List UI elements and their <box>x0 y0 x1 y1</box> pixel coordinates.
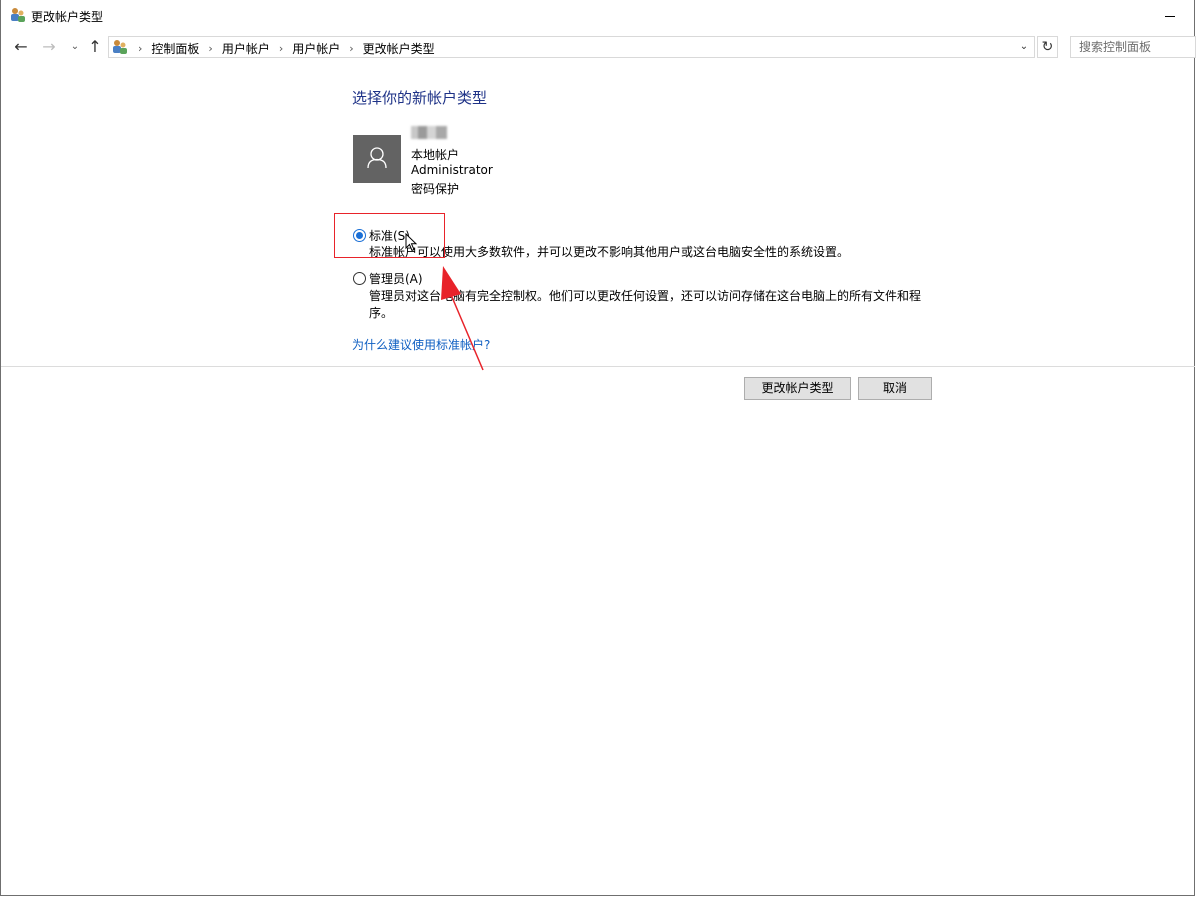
minimize-button[interactable] <box>1148 0 1194 32</box>
search-input[interactable] <box>1079 38 1196 56</box>
administrator-option-label[interactable]: 管理员(A) <box>369 270 423 287</box>
breadcrumb-item-control-panel[interactable]: 控制面板 <box>151 40 199 57</box>
cancel-button[interactable]: 取消 <box>858 377 932 400</box>
breadcrumb-item-change-account-type[interactable]: 更改帐户类型 <box>363 40 435 57</box>
password-status-label: 密码保护 <box>411 182 460 196</box>
breadcrumb-item-user-accounts-sub[interactable]: 用户帐户 <box>292 40 340 57</box>
refresh-icon[interactable]: ↻ <box>1037 36 1058 58</box>
breadcrumb: › 控制面板 › 用户帐户 › 用户帐户 › 更改帐户类型 <box>133 40 435 57</box>
breadcrumb-separator-icon[interactable]: › <box>349 42 353 55</box>
recent-locations-chevron-icon[interactable]: ⌄ <box>65 37 85 57</box>
back-arrow-icon[interactable]: ← <box>11 37 31 57</box>
up-arrow-icon[interactable]: ↑ <box>85 37 105 57</box>
search-box[interactable] <box>1070 36 1196 58</box>
users-icon <box>11 8 25 22</box>
divider <box>1 366 1195 367</box>
annotation-arrow-icon <box>441 266 484 371</box>
page-title: 选择你的新帐户类型 <box>352 89 488 107</box>
breadcrumb-item-user-accounts[interactable]: 用户帐户 <box>222 40 270 57</box>
address-bar[interactable]: › 控制面板 › 用户帐户 › 用户帐户 › 更改帐户类型 ⌄ <box>108 36 1035 58</box>
window: 更改帐户类型 ← → ⌄ ↑ › 控制面板 › 用户帐户 › 用户帐户 › 更改… <box>0 0 1196 896</box>
navigation-bar: ← → ⌄ ↑ › 控制面板 › 用户帐户 › 用户帐户 › 更改帐户类型 ⌄ <box>1 32 1196 62</box>
chevron-down-icon[interactable]: ⌄ <box>1017 39 1031 55</box>
avatar <box>353 135 401 183</box>
breadcrumb-separator-icon[interactable]: › <box>138 42 142 55</box>
account-type-label: 本地帐户 <box>411 148 460 162</box>
title-bar: 更改帐户类型 <box>1 0 1194 32</box>
breadcrumb-separator-icon[interactable]: › <box>279 42 283 55</box>
mouse-cursor-icon <box>405 233 418 252</box>
breadcrumb-separator-icon[interactable]: › <box>208 42 212 55</box>
window-title: 更改帐户类型 <box>31 10 104 24</box>
user-icon <box>367 147 387 169</box>
forward-arrow-icon[interactable]: → <box>39 37 59 57</box>
control-panel-users-icon <box>113 40 127 54</box>
account-name-redacted <box>411 126 447 139</box>
change-account-type-button[interactable]: 更改帐户类型 <box>744 377 851 400</box>
standard-option-description: 标准帐户可以使用大多数软件，并可以更改不影响其他用户或这台电脑安全性的系统设置。 <box>369 245 850 259</box>
annotation-highlight-box <box>334 213 445 258</box>
administrator-radio[interactable] <box>353 272 366 285</box>
account-role-label: Administrator <box>411 163 493 177</box>
